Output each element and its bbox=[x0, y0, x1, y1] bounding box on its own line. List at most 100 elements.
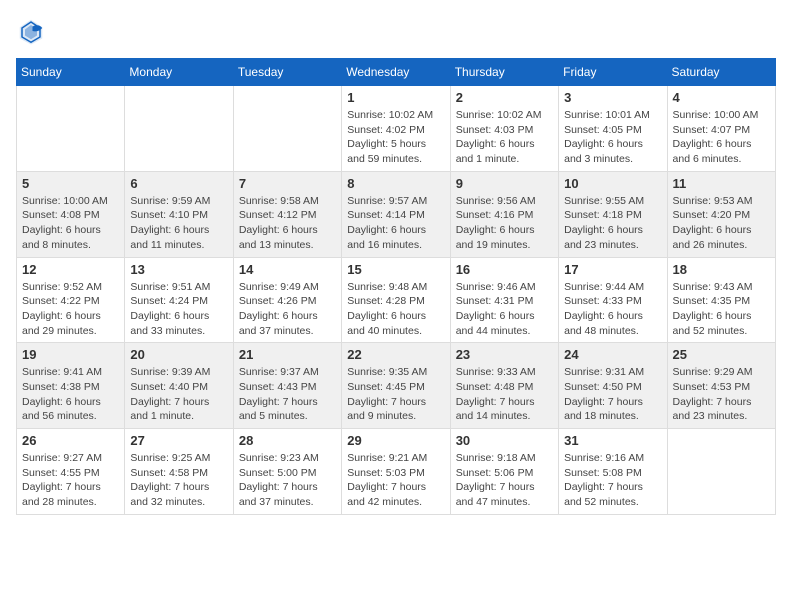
day-number: 29 bbox=[347, 433, 444, 448]
day-info: Sunrise: 9:21 AMSunset: 5:03 PMDaylight:… bbox=[347, 451, 444, 510]
calendar-table: SundayMondayTuesdayWednesdayThursdayFrid… bbox=[16, 58, 776, 515]
day-number: 28 bbox=[239, 433, 336, 448]
day-info: Sunrise: 9:41 AMSunset: 4:38 PMDaylight:… bbox=[22, 365, 119, 424]
day-number: 10 bbox=[564, 176, 661, 191]
page-header bbox=[16, 16, 776, 46]
day-info: Sunrise: 9:55 AMSunset: 4:18 PMDaylight:… bbox=[564, 194, 661, 253]
calendar-cell: 14 Sunrise: 9:49 AMSunset: 4:26 PMDayligh… bbox=[233, 257, 341, 343]
day-info: Sunrise: 9:35 AMSunset: 4:45 PMDaylight:… bbox=[347, 365, 444, 424]
calendar-cell: 11 Sunrise: 9:53 AMSunset: 4:20 PMDayligh… bbox=[667, 171, 775, 257]
day-info: Sunrise: 10:01 AMSunset: 4:05 PMDaylight… bbox=[564, 108, 661, 167]
day-number: 17 bbox=[564, 262, 661, 277]
calendar-cell: 15 Sunrise: 9:48 AMSunset: 4:28 PMDayligh… bbox=[342, 257, 450, 343]
day-info: Sunrise: 9:58 AMSunset: 4:12 PMDaylight:… bbox=[239, 194, 336, 253]
calendar-cell: 13 Sunrise: 9:51 AMSunset: 4:24 PMDayligh… bbox=[125, 257, 233, 343]
day-number: 21 bbox=[239, 347, 336, 362]
day-info: Sunrise: 9:43 AMSunset: 4:35 PMDaylight:… bbox=[673, 280, 770, 339]
week-row-3: 12 Sunrise: 9:52 AMSunset: 4:22 PMDayligh… bbox=[17, 257, 776, 343]
day-header-wednesday: Wednesday bbox=[342, 59, 450, 86]
day-header-tuesday: Tuesday bbox=[233, 59, 341, 86]
day-number: 6 bbox=[130, 176, 227, 191]
day-info: Sunrise: 9:57 AMSunset: 4:14 PMDaylight:… bbox=[347, 194, 444, 253]
calendar-cell: 30Sunrise: 9:18 AMSunset: 5:06 PMDayligh… bbox=[450, 429, 558, 515]
day-number: 4 bbox=[673, 90, 770, 105]
day-header-friday: Friday bbox=[559, 59, 667, 86]
calendar-cell: 2 Sunrise: 10:02 AMSunset: 4:03 PMDayligh… bbox=[450, 86, 558, 172]
calendar-cell: 7Sunrise: 9:58 AMSunset: 4:12 PMDaylight… bbox=[233, 171, 341, 257]
day-info: Sunrise: 10:02 AMSunset: 4:03 PMDaylight… bbox=[456, 108, 553, 167]
calendar-cell: 8 Sunrise: 9:57 AMSunset: 4:14 PMDaylight… bbox=[342, 171, 450, 257]
day-info: Sunrise: 9:59 AMSunset: 4:10 PMDaylight:… bbox=[130, 194, 227, 253]
day-info: Sunrise: 9:29 AMSunset: 4:53 PMDaylight:… bbox=[673, 365, 770, 424]
day-info: Sunrise: 9:33 AMSunset: 4:48 PMDaylight:… bbox=[456, 365, 553, 424]
day-number: 11 bbox=[673, 176, 770, 191]
calendar-cell: 5 Sunrise: 10:00 AMSunset: 4:08 PMDayligh… bbox=[17, 171, 125, 257]
day-info: Sunrise: 10:00 AMSunset: 4:07 PMDaylight… bbox=[673, 108, 770, 167]
day-info: Sunrise: 9:18 AMSunset: 5:06 PMDaylight:… bbox=[456, 451, 553, 510]
logo bbox=[16, 16, 48, 46]
day-info: Sunrise: 9:56 AMSunset: 4:16 PMDaylight:… bbox=[456, 194, 553, 253]
calendar-cell: 26 Sunrise: 9:27 AMSunset: 4:55 PMDayligh… bbox=[17, 429, 125, 515]
calendar-cell: 25 Sunrise: 9:29 AMSunset: 4:53 PMDayligh… bbox=[667, 343, 775, 429]
calendar-cell: 12 Sunrise: 9:52 AMSunset: 4:22 PMDayligh… bbox=[17, 257, 125, 343]
day-info: Sunrise: 9:52 AMSunset: 4:22 PMDaylight:… bbox=[22, 280, 119, 339]
calendar-cell bbox=[233, 86, 341, 172]
calendar-cell: 31 Sunrise: 9:16 AMSunset: 5:08 PMDayligh… bbox=[559, 429, 667, 515]
calendar-cell bbox=[17, 86, 125, 172]
day-number: 19 bbox=[22, 347, 119, 362]
calendar-cell: 9 Sunrise: 9:56 AMSunset: 4:16 PMDaylight… bbox=[450, 171, 558, 257]
header-row: SundayMondayTuesdayWednesdayThursdayFrid… bbox=[17, 59, 776, 86]
day-number: 14 bbox=[239, 262, 336, 277]
calendar-cell: 4 Sunrise: 10:00 AMSunset: 4:07 PMDayligh… bbox=[667, 86, 775, 172]
day-info: Sunrise: 9:27 AMSunset: 4:55 PMDaylight:… bbox=[22, 451, 119, 510]
calendar-cell bbox=[125, 86, 233, 172]
day-number: 20 bbox=[130, 347, 227, 362]
calendar-cell: 19 Sunrise: 9:41 AMSunset: 4:38 PMDayligh… bbox=[17, 343, 125, 429]
week-row-4: 19 Sunrise: 9:41 AMSunset: 4:38 PMDayligh… bbox=[17, 343, 776, 429]
day-number: 31 bbox=[564, 433, 661, 448]
day-info: Sunrise: 9:25 AMSunset: 4:58 PMDaylight:… bbox=[130, 451, 227, 510]
day-number: 23 bbox=[456, 347, 553, 362]
day-number: 5 bbox=[22, 176, 119, 191]
calendar-cell: 6 Sunrise: 9:59 AMSunset: 4:10 PMDaylight… bbox=[125, 171, 233, 257]
day-info: Sunrise: 9:31 AMSunset: 4:50 PMDaylight:… bbox=[564, 365, 661, 424]
day-info: Sunrise: 9:49 AMSunset: 4:26 PMDaylight:… bbox=[239, 280, 336, 339]
day-header-monday: Monday bbox=[125, 59, 233, 86]
day-header-thursday: Thursday bbox=[450, 59, 558, 86]
calendar-cell: 27Sunrise: 9:25 AMSunset: 4:58 PMDayligh… bbox=[125, 429, 233, 515]
week-row-2: 5 Sunrise: 10:00 AMSunset: 4:08 PMDayligh… bbox=[17, 171, 776, 257]
calendar-cell: 21 Sunrise: 9:37 AMSunset: 4:43 PMDayligh… bbox=[233, 343, 341, 429]
day-number: 25 bbox=[673, 347, 770, 362]
day-number: 26 bbox=[22, 433, 119, 448]
calendar-cell: 20Sunrise: 9:39 AMSunset: 4:40 PMDayligh… bbox=[125, 343, 233, 429]
day-number: 15 bbox=[347, 262, 444, 277]
calendar-cell: 18Sunrise: 9:43 AMSunset: 4:35 PMDayligh… bbox=[667, 257, 775, 343]
day-number: 8 bbox=[347, 176, 444, 191]
calendar-cell: 28Sunrise: 9:23 AMSunset: 5:00 PMDayligh… bbox=[233, 429, 341, 515]
week-row-1: 1Sunrise: 10:02 AMSunset: 4:02 PMDayligh… bbox=[17, 86, 776, 172]
day-info: Sunrise: 9:16 AMSunset: 5:08 PMDaylight:… bbox=[564, 451, 661, 510]
calendar-cell: 1Sunrise: 10:02 AMSunset: 4:02 PMDayligh… bbox=[342, 86, 450, 172]
calendar-cell: 3 Sunrise: 10:01 AMSunset: 4:05 PMDayligh… bbox=[559, 86, 667, 172]
day-info: Sunrise: 9:51 AMSunset: 4:24 PMDaylight:… bbox=[130, 280, 227, 339]
day-number: 2 bbox=[456, 90, 553, 105]
calendar-cell: 22 Sunrise: 9:35 AMSunset: 4:45 PMDayligh… bbox=[342, 343, 450, 429]
day-info: Sunrise: 10:00 AMSunset: 4:08 PMDaylight… bbox=[22, 194, 119, 253]
calendar-cell: 23 Sunrise: 9:33 AMSunset: 4:48 PMDayligh… bbox=[450, 343, 558, 429]
calendar-cell: 29 Sunrise: 9:21 AMSunset: 5:03 PMDayligh… bbox=[342, 429, 450, 515]
day-header-saturday: Saturday bbox=[667, 59, 775, 86]
day-number: 12 bbox=[22, 262, 119, 277]
day-number: 22 bbox=[347, 347, 444, 362]
calendar-cell: 16Sunrise: 9:46 AMSunset: 4:31 PMDayligh… bbox=[450, 257, 558, 343]
calendar-cell: 24Sunrise: 9:31 AMSunset: 4:50 PMDayligh… bbox=[559, 343, 667, 429]
day-number: 9 bbox=[456, 176, 553, 191]
day-number: 3 bbox=[564, 90, 661, 105]
calendar-cell: 17Sunrise: 9:44 AMSunset: 4:33 PMDayligh… bbox=[559, 257, 667, 343]
calendar-cell: 10 Sunrise: 9:55 AMSunset: 4:18 PMDayligh… bbox=[559, 171, 667, 257]
logo-icon bbox=[16, 16, 46, 46]
day-info: Sunrise: 9:37 AMSunset: 4:43 PMDaylight:… bbox=[239, 365, 336, 424]
day-number: 13 bbox=[130, 262, 227, 277]
day-info: Sunrise: 9:53 AMSunset: 4:20 PMDaylight:… bbox=[673, 194, 770, 253]
day-info: Sunrise: 9:48 AMSunset: 4:28 PMDaylight:… bbox=[347, 280, 444, 339]
day-number: 16 bbox=[456, 262, 553, 277]
